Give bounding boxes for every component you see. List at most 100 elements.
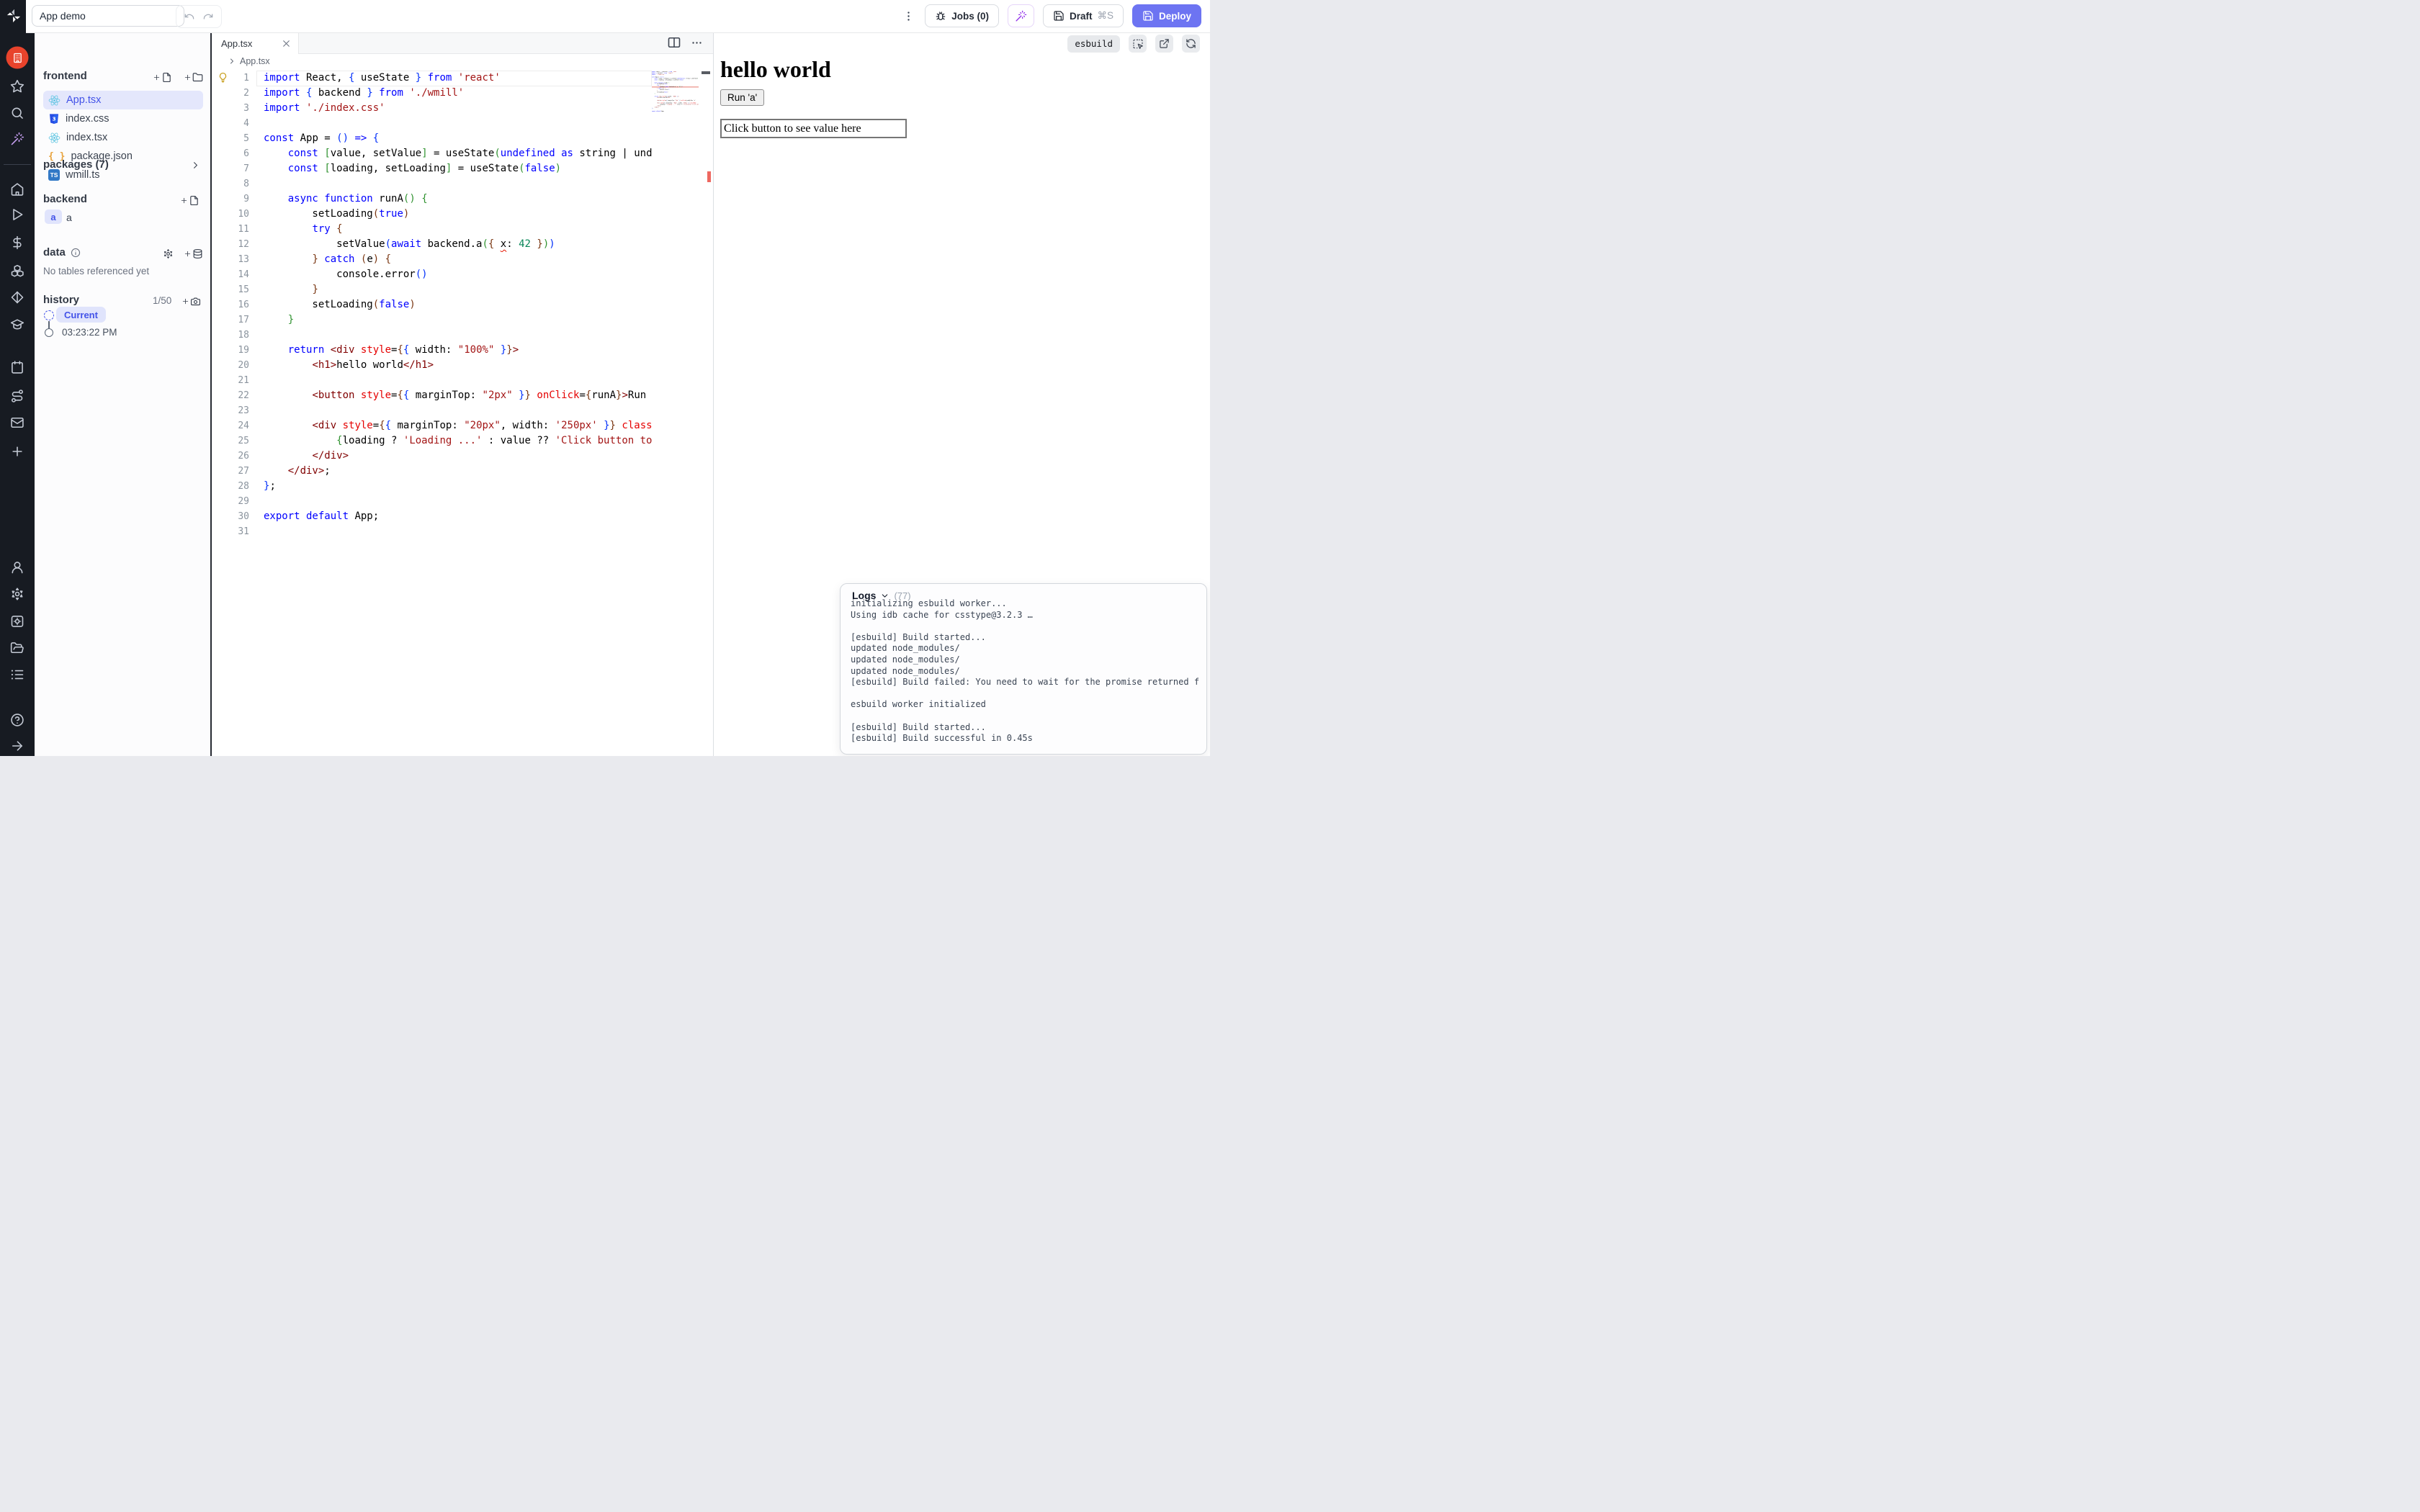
history-entry-time[interactable]: 03:23:22 PM: [62, 327, 117, 338]
rail-account-icon[interactable]: [10, 560, 24, 575]
code-line-7[interactable]: 7 const [loading, setLoading] = useState…: [212, 161, 652, 176]
file-item-app-tsx[interactable]: App.tsx: [43, 91, 203, 109]
code-line-23[interactable]: 23: [212, 403, 652, 418]
rail-folders-icon[interactable]: [10, 641, 24, 655]
code-line-8[interactable]: 8: [212, 176, 652, 192]
file-item-index-css[interactable]: 3index.css: [43, 109, 203, 128]
app-name-input[interactable]: [32, 5, 184, 27]
code-line-31[interactable]: 31: [212, 524, 652, 539]
deploy-button[interactable]: Deploy: [1132, 4, 1201, 27]
typescript-icon: TS: [48, 169, 60, 181]
new-backend-script-button[interactable]: [180, 195, 200, 206]
code-line-3[interactable]: 3import './index.css': [212, 101, 652, 116]
rail-learn-icon[interactable]: [10, 317, 24, 331]
code-line-14[interactable]: 14 console.error(): [212, 267, 652, 282]
draft-button[interactable]: Draft ⌘S: [1043, 4, 1124, 27]
rail-audit-logs-icon[interactable]: [10, 667, 24, 682]
line-content: return <div style={{ width: "100%" }}>: [264, 343, 652, 358]
code-line-17[interactable]: 17 }: [212, 312, 652, 328]
code-line-5[interactable]: 5const App = () => {: [212, 131, 652, 146]
file-item-index-tsx[interactable]: index.tsx: [43, 128, 203, 147]
rail-resources-icon[interactable]: [10, 264, 24, 279]
code-line-11[interactable]: 11 try {: [212, 222, 652, 237]
code-line-2[interactable]: 2import { backend } from './wmill': [212, 86, 652, 101]
line-number: 9: [212, 192, 249, 207]
editor-more-icon[interactable]: [691, 37, 703, 49]
history-section-actions: [182, 296, 201, 307]
rail-search-icon[interactable]: [10, 106, 24, 120]
rail-ai-assistant-icon[interactable]: [10, 132, 24, 146]
scrollbar-thumb[interactable]: [702, 71, 710, 74]
code-line-21[interactable]: 21: [212, 373, 652, 388]
rail-expand-sidebar-icon[interactable]: [10, 739, 24, 753]
code-line-19[interactable]: 19 return <div style={{ width: "100%" }}…: [212, 343, 652, 358]
code-line-29[interactable]: 29: [212, 494, 652, 509]
backend-script-label[interactable]: a: [66, 212, 72, 223]
logs-body[interactable]: initializing esbuild worker...Using idb …: [851, 598, 1201, 750]
open-external-button[interactable]: [1155, 35, 1173, 53]
rail-triggers-icon[interactable]: [10, 290, 24, 305]
new-folder-button[interactable]: [184, 72, 203, 83]
code-line-27[interactable]: 27 </div>;: [212, 464, 652, 479]
packages-expand-icon[interactable]: [190, 160, 201, 171]
rail-help-icon[interactable]: [10, 713, 24, 727]
rail-settings-icon[interactable]: [10, 587, 24, 601]
rail-variables-icon[interactable]: [10, 235, 24, 250]
rail-home-icon[interactable]: [10, 182, 24, 197]
line-content: }: [264, 282, 652, 297]
log-line: updated node_modules/: [851, 643, 1201, 654]
backend-script-badge[interactable]: a: [45, 210, 62, 224]
breadcrumb[interactable]: App.tsx: [228, 56, 270, 66]
rail-mail-icon[interactable]: [10, 415, 24, 430]
code-line-26[interactable]: 26 </div>: [212, 449, 652, 464]
minimap[interactable]: import React, { useState } from 'react'i…: [652, 71, 699, 165]
add-table-button[interactable]: [184, 248, 203, 259]
rail-runs-icon[interactable]: [10, 207, 24, 222]
info-icon[interactable]: [71, 248, 81, 258]
rail-instance-settings-icon[interactable]: [10, 614, 24, 629]
code-line-13[interactable]: 13 } catch (e) {: [212, 252, 652, 267]
code-line-30[interactable]: 30export default App;: [212, 509, 652, 524]
split-editor-icon[interactable]: [667, 35, 681, 50]
line-content: } catch (e) {: [264, 252, 652, 267]
data-settings-button[interactable]: [163, 248, 174, 259]
line-number: 3: [212, 101, 249, 116]
code-line-10[interactable]: 10 setLoading(true): [212, 207, 652, 222]
code-line-28[interactable]: 28};: [212, 479, 652, 494]
windmill-logo-icon[interactable]: [6, 8, 22, 24]
ai-wand-button[interactable]: [1008, 4, 1034, 27]
line-number: 27: [212, 464, 249, 479]
history-entry-current[interactable]: Current: [56, 307, 106, 323]
code-line-9[interactable]: 9 async function runA() {: [212, 192, 652, 207]
code-line-6[interactable]: 6 const [value, setValue] = useState(und…: [212, 146, 652, 161]
code-line-24[interactable]: 24 <div style={{ marginTop: "20px", widt…: [212, 418, 652, 433]
code-line-12[interactable]: 12 setValue(await backend.a({ x: 42 })): [212, 237, 652, 252]
code-line-1[interactable]: 1import React, { useState } from 'react': [212, 71, 652, 86]
code-line-22[interactable]: 22 <button style={{ marginTop: "2px" }} …: [212, 388, 652, 403]
rail-favorites-icon[interactable]: [10, 79, 24, 94]
inspect-element-button[interactable]: [1129, 35, 1147, 53]
code-line-25[interactable]: 25 {loading ? 'Loading ...' : value ?? '…: [212, 433, 652, 449]
jobs-button[interactable]: Jobs (0): [925, 4, 999, 27]
rail-add-icon[interactable]: [10, 444, 24, 459]
close-tab-icon[interactable]: [282, 39, 291, 48]
code-line-18[interactable]: 18: [212, 328, 652, 343]
rail-schedules-icon[interactable]: [10, 360, 24, 374]
rail-flows-icon[interactable]: [10, 389, 24, 403]
undo-icon[interactable]: [184, 11, 195, 22]
more-menu-icon[interactable]: [902, 10, 915, 22]
code-line-15[interactable]: 15 }: [212, 282, 652, 297]
run-a-button[interactable]: Run 'a': [720, 89, 764, 106]
code-line-4[interactable]: 4: [212, 116, 652, 131]
tab-app-tsx[interactable]: App.tsx: [212, 32, 299, 54]
redo-icon[interactable]: [202, 11, 214, 22]
section-packages-title[interactable]: packages (7): [43, 158, 109, 171]
code-line-20[interactable]: 20 <h1>hello world</h1>: [212, 358, 652, 373]
rail-workspace-app-icon[interactable]: [6, 47, 29, 69]
code-line-16[interactable]: 16 setLoading(false): [212, 297, 652, 312]
refresh-preview-button[interactable]: [1182, 35, 1200, 53]
log-line: Using idb cache for csstype@3.2.3 …: [851, 610, 1201, 621]
snapshot-button[interactable]: [182, 296, 201, 307]
code-lines[interactable]: 1import React, { useState } from 'react'…: [212, 71, 652, 539]
new-file-button[interactable]: [153, 72, 172, 83]
